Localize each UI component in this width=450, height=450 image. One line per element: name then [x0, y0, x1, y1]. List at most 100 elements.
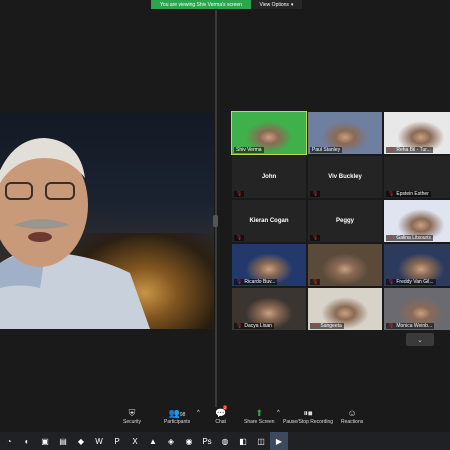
participant-tile[interactable]: Shiv Verma: [231, 111, 307, 155]
meeting-toolbar: ⛨ Security 👥98 Participants ^ 💬 2 Chat ⬆…: [0, 405, 450, 432]
store-icon[interactable]: ▣: [36, 432, 54, 450]
participant-name-label: 🎙 Monica Weinb...: [386, 323, 435, 329]
participant-name-label: 🎙: [310, 279, 321, 285]
participants-icon: 👥98: [168, 408, 186, 418]
participant-name-label: 🎙 Reha Bil - Tur...: [386, 147, 433, 153]
participant-tile[interactable]: 🎙 Freddy Van Gil...: [384, 244, 450, 286]
pause-stop-icon: ⏸⏹: [303, 408, 313, 418]
participant-name: Epstein Esther: [396, 191, 429, 197]
participant-name-label: 🎙: [234, 235, 245, 241]
muted-mic-icon: 🎙: [236, 279, 243, 285]
participant-name-label: 🎙: [234, 191, 245, 197]
shared-screen-view: [0, 113, 214, 329]
participants-count: 98: [179, 412, 186, 418]
powerpoint-icon[interactable]: P: [108, 432, 126, 450]
folder-icon[interactable]: ▤: [54, 432, 72, 450]
security-button[interactable]: ⛨ Security: [123, 407, 141, 425]
muted-mic-icon: 🎙: [236, 191, 243, 197]
muted-mic-icon: 🎙: [312, 279, 319, 285]
participant-tile[interactable]: Paul Stanley: [308, 112, 382, 154]
windows-taskbar: ◔ ◐ ▣ ▤ ◆ W P X ▲ ◈ ◉ Ps ◍ ◧ ◫ ▶: [0, 432, 450, 450]
muted-mic-icon: 🎙: [236, 235, 243, 241]
view-options-button[interactable]: View Options ▾: [251, 0, 302, 9]
view-options-label: View Options: [259, 1, 289, 8]
next-page-button[interactable]: ⌄: [406, 333, 434, 346]
muted-mic-icon: 🎙: [388, 235, 395, 241]
app-icon[interactable]: ◈: [162, 432, 180, 450]
gallery-grid: Shiv Verma Paul Stanley 🎙 Reha Bil - Tur.…: [231, 111, 450, 330]
participant-name: Ricardo Buv...: [244, 279, 276, 285]
app-icon[interactable]: ▲: [144, 432, 162, 450]
participant-tile[interactable]: 🎙 Ricardo Buv...: [232, 244, 306, 286]
app-icon[interactable]: ◫: [252, 432, 270, 450]
reactions-button[interactable]: ☺ Reactions: [341, 407, 363, 425]
app-icon[interactable]: ◆: [72, 432, 90, 450]
muted-mic-icon: 🎙: [388, 191, 395, 197]
word-icon[interactable]: W: [90, 432, 108, 450]
screen-share-banner: You are viewing Shiv Verma's screen View…: [151, 0, 302, 9]
participants-label: Participants: [164, 419, 191, 425]
participant-tile[interactable]: 🎙: [308, 244, 382, 286]
muted-mic-icon: 🎙: [388, 323, 395, 329]
share-status-message: You are viewing Shiv Verma's screen: [151, 0, 251, 9]
record-label: Pause/Stop Recording: [283, 419, 334, 425]
security-label: Security: [123, 419, 142, 425]
participant-tile[interactable]: 🎙 Sangeeta: [308, 288, 382, 330]
muted-mic-icon: 🎙: [388, 279, 395, 285]
edge-icon[interactable]: ◐: [18, 432, 36, 450]
record-button[interactable]: ⏸⏹ Pause/Stop Recording: [283, 407, 333, 425]
participant-tile[interactable]: 🎙 Epstein Esther: [384, 156, 450, 198]
participants-button[interactable]: 👥98 Participants: [164, 407, 190, 425]
participant-name: Monica Weinb...: [396, 323, 433, 329]
panel-divider: [215, 10, 217, 410]
chevron-down-icon: ▾: [290, 1, 294, 8]
search-icon[interactable]: ◔: [0, 432, 18, 450]
participant-name-label: 🎙: [310, 191, 321, 197]
participant-name-label: 🎙: [310, 235, 321, 241]
chat-badge: 2: [223, 405, 228, 410]
participant-tile[interactable]: 🎙 Galina Litsouris: [384, 200, 450, 242]
chevron-down-icon: ⌄: [417, 336, 423, 344]
participant-name-label: 🎙 Dacya Lisan: [234, 323, 274, 329]
participant-name: Freddy Van Gil...: [396, 279, 434, 285]
excel-icon[interactable]: X: [126, 432, 144, 450]
participant-tile[interactable]: Viv Buckley 🎙: [308, 156, 382, 198]
muted-mic-icon: 🎙: [236, 323, 243, 329]
participant-name: Dacya Lisan: [244, 323, 272, 329]
chevron-up-icon: ^: [277, 410, 280, 416]
share-screen-label: Share Screen: [244, 419, 275, 425]
app-icon[interactable]: ◧: [234, 432, 252, 450]
participant-name-label: 🎙 Galina Litsouris: [386, 235, 433, 241]
speaker-video: [0, 138, 150, 329]
muted-mic-icon: 🎙: [388, 147, 395, 153]
participant-name: Galina Litsouris: [396, 235, 431, 241]
reactions-label: Reactions: [341, 419, 364, 425]
photoshop-icon[interactable]: Ps: [198, 432, 216, 450]
participant-name: Reha Bil - Tur...: [396, 147, 431, 153]
participant-tile[interactable]: 🎙 Monica Weinb...: [384, 288, 450, 330]
chat-label: Chat: [215, 419, 226, 425]
participant-name: Sangeeta: [320, 323, 342, 329]
chat-button[interactable]: 💬 2 Chat: [215, 405, 228, 425]
share-screen-button[interactable]: ⬆ Share Screen: [244, 407, 275, 425]
participant-tile[interactable]: 🎙 Dacya Lisan: [232, 288, 306, 330]
participant-name-label: Paul Stanley: [310, 147, 343, 153]
participant-tile[interactable]: Peggy 🎙: [308, 200, 382, 242]
participant-name: Shiv Verma: [236, 147, 262, 153]
reaction-icon: ☺: [347, 408, 357, 418]
muted-mic-icon: 🎙: [312, 235, 319, 241]
share-screen-icon: ⬆: [255, 408, 264, 418]
chevron-up-icon: ^: [197, 410, 200, 416]
participant-name-label: Shiv Verma: [234, 147, 264, 153]
zoom-icon[interactable]: ▶: [270, 432, 288, 450]
muted-mic-icon: 🎙: [312, 191, 319, 197]
participant-tile[interactable]: 🎙 Reha Bil - Tur...: [384, 112, 450, 154]
participant-tile[interactable]: John 🎙: [232, 156, 306, 198]
participant-name: Paul Stanley: [312, 147, 341, 153]
share-menu-caret[interactable]: ^: [277, 407, 280, 419]
chrome-icon[interactable]: ◍: [216, 432, 234, 450]
app-icon[interactable]: ◉: [180, 432, 198, 450]
participants-menu-caret[interactable]: ^: [197, 407, 200, 419]
resize-handle[interactable]: [213, 215, 218, 227]
participant-tile[interactable]: Kieran Cogan 🎙: [232, 200, 306, 242]
